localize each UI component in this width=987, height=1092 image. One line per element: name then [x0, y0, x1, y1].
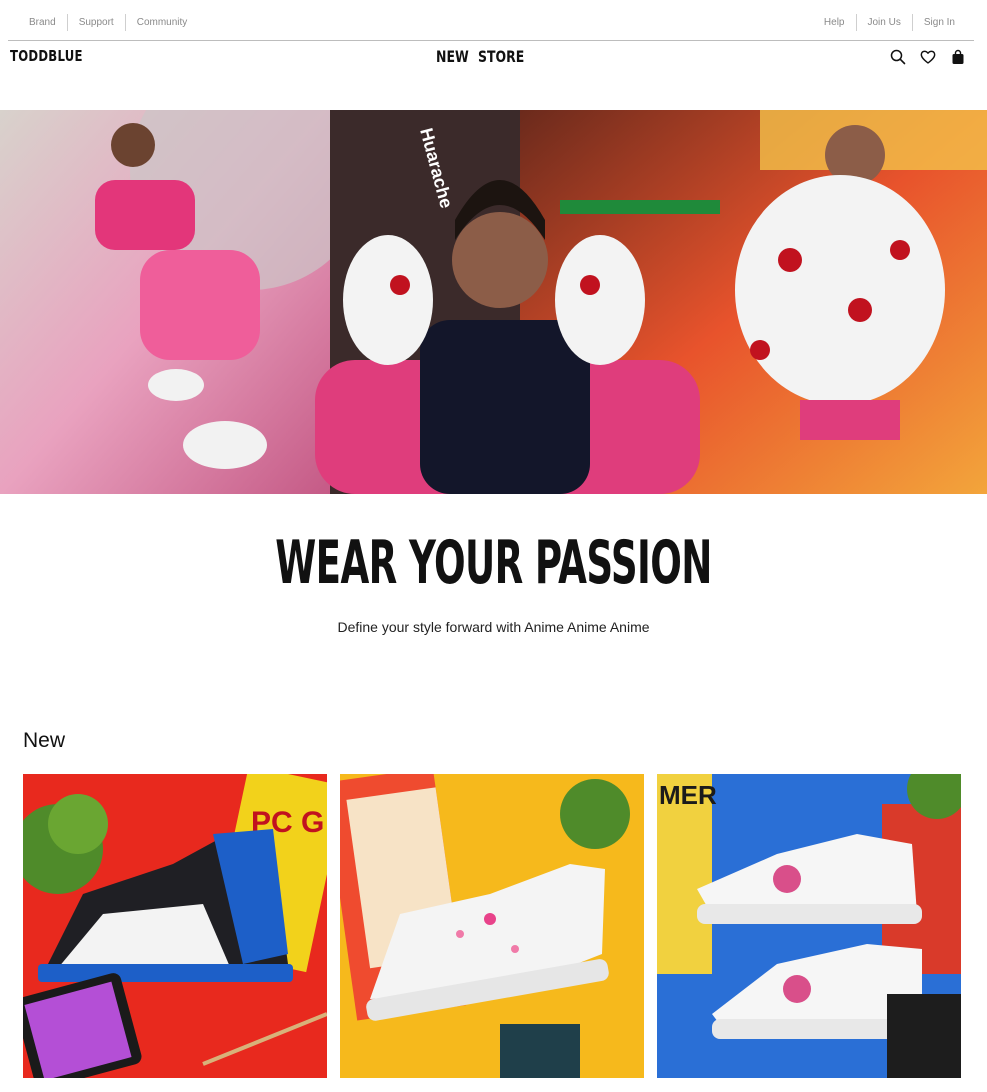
bag-icon[interactable] — [950, 49, 966, 65]
product-image — [340, 774, 644, 1078]
heart-icon[interactable] — [920, 49, 936, 65]
product-grid: PC G MER — [23, 774, 961, 1078]
utility-bar: Brand Support Community Help Join Us Sig… — [8, 0, 974, 41]
util-link-sign-in[interactable]: Sign In — [913, 16, 966, 30]
hero-banner[interactable]: Huarache — [0, 110, 987, 494]
hero-subheadline: Define your style forward with Anime Ani… — [337, 619, 650, 635]
product-image: PC G — [23, 774, 327, 1078]
utility-links-right: Help Join Us Sign In — [813, 14, 966, 31]
utility-links-left: Brand Support Community — [18, 14, 198, 31]
magazine-text: MER — [659, 780, 717, 810]
nav-link-store[interactable]: STORE — [478, 47, 524, 66]
util-link-join-us[interactable]: Join Us — [857, 16, 912, 30]
nav-links: NEW STORE — [436, 47, 524, 66]
util-link-help[interactable]: Help — [813, 16, 856, 30]
nav-link-new[interactable]: NEW — [436, 47, 472, 66]
product-card[interactable]: PC G — [23, 774, 327, 1078]
section-title-new: New — [23, 729, 66, 752]
hero-headline: WEAR YOUR PASSION — [275, 528, 712, 598]
nav-icons — [890, 49, 980, 65]
product-image: MER — [657, 774, 961, 1078]
util-link-support[interactable]: Support — [68, 16, 125, 30]
main-nav: TODDBLUE NEW STORE — [0, 41, 987, 75]
util-link-brand[interactable]: Brand — [18, 16, 67, 30]
logo[interactable]: TODDBLUE — [10, 47, 83, 65]
product-card[interactable]: MER — [657, 774, 961, 1078]
product-card[interactable] — [340, 774, 644, 1078]
search-icon[interactable] — [890, 49, 906, 65]
util-link-community[interactable]: Community — [126, 16, 199, 30]
hero-image: Huarache — [0, 110, 987, 494]
